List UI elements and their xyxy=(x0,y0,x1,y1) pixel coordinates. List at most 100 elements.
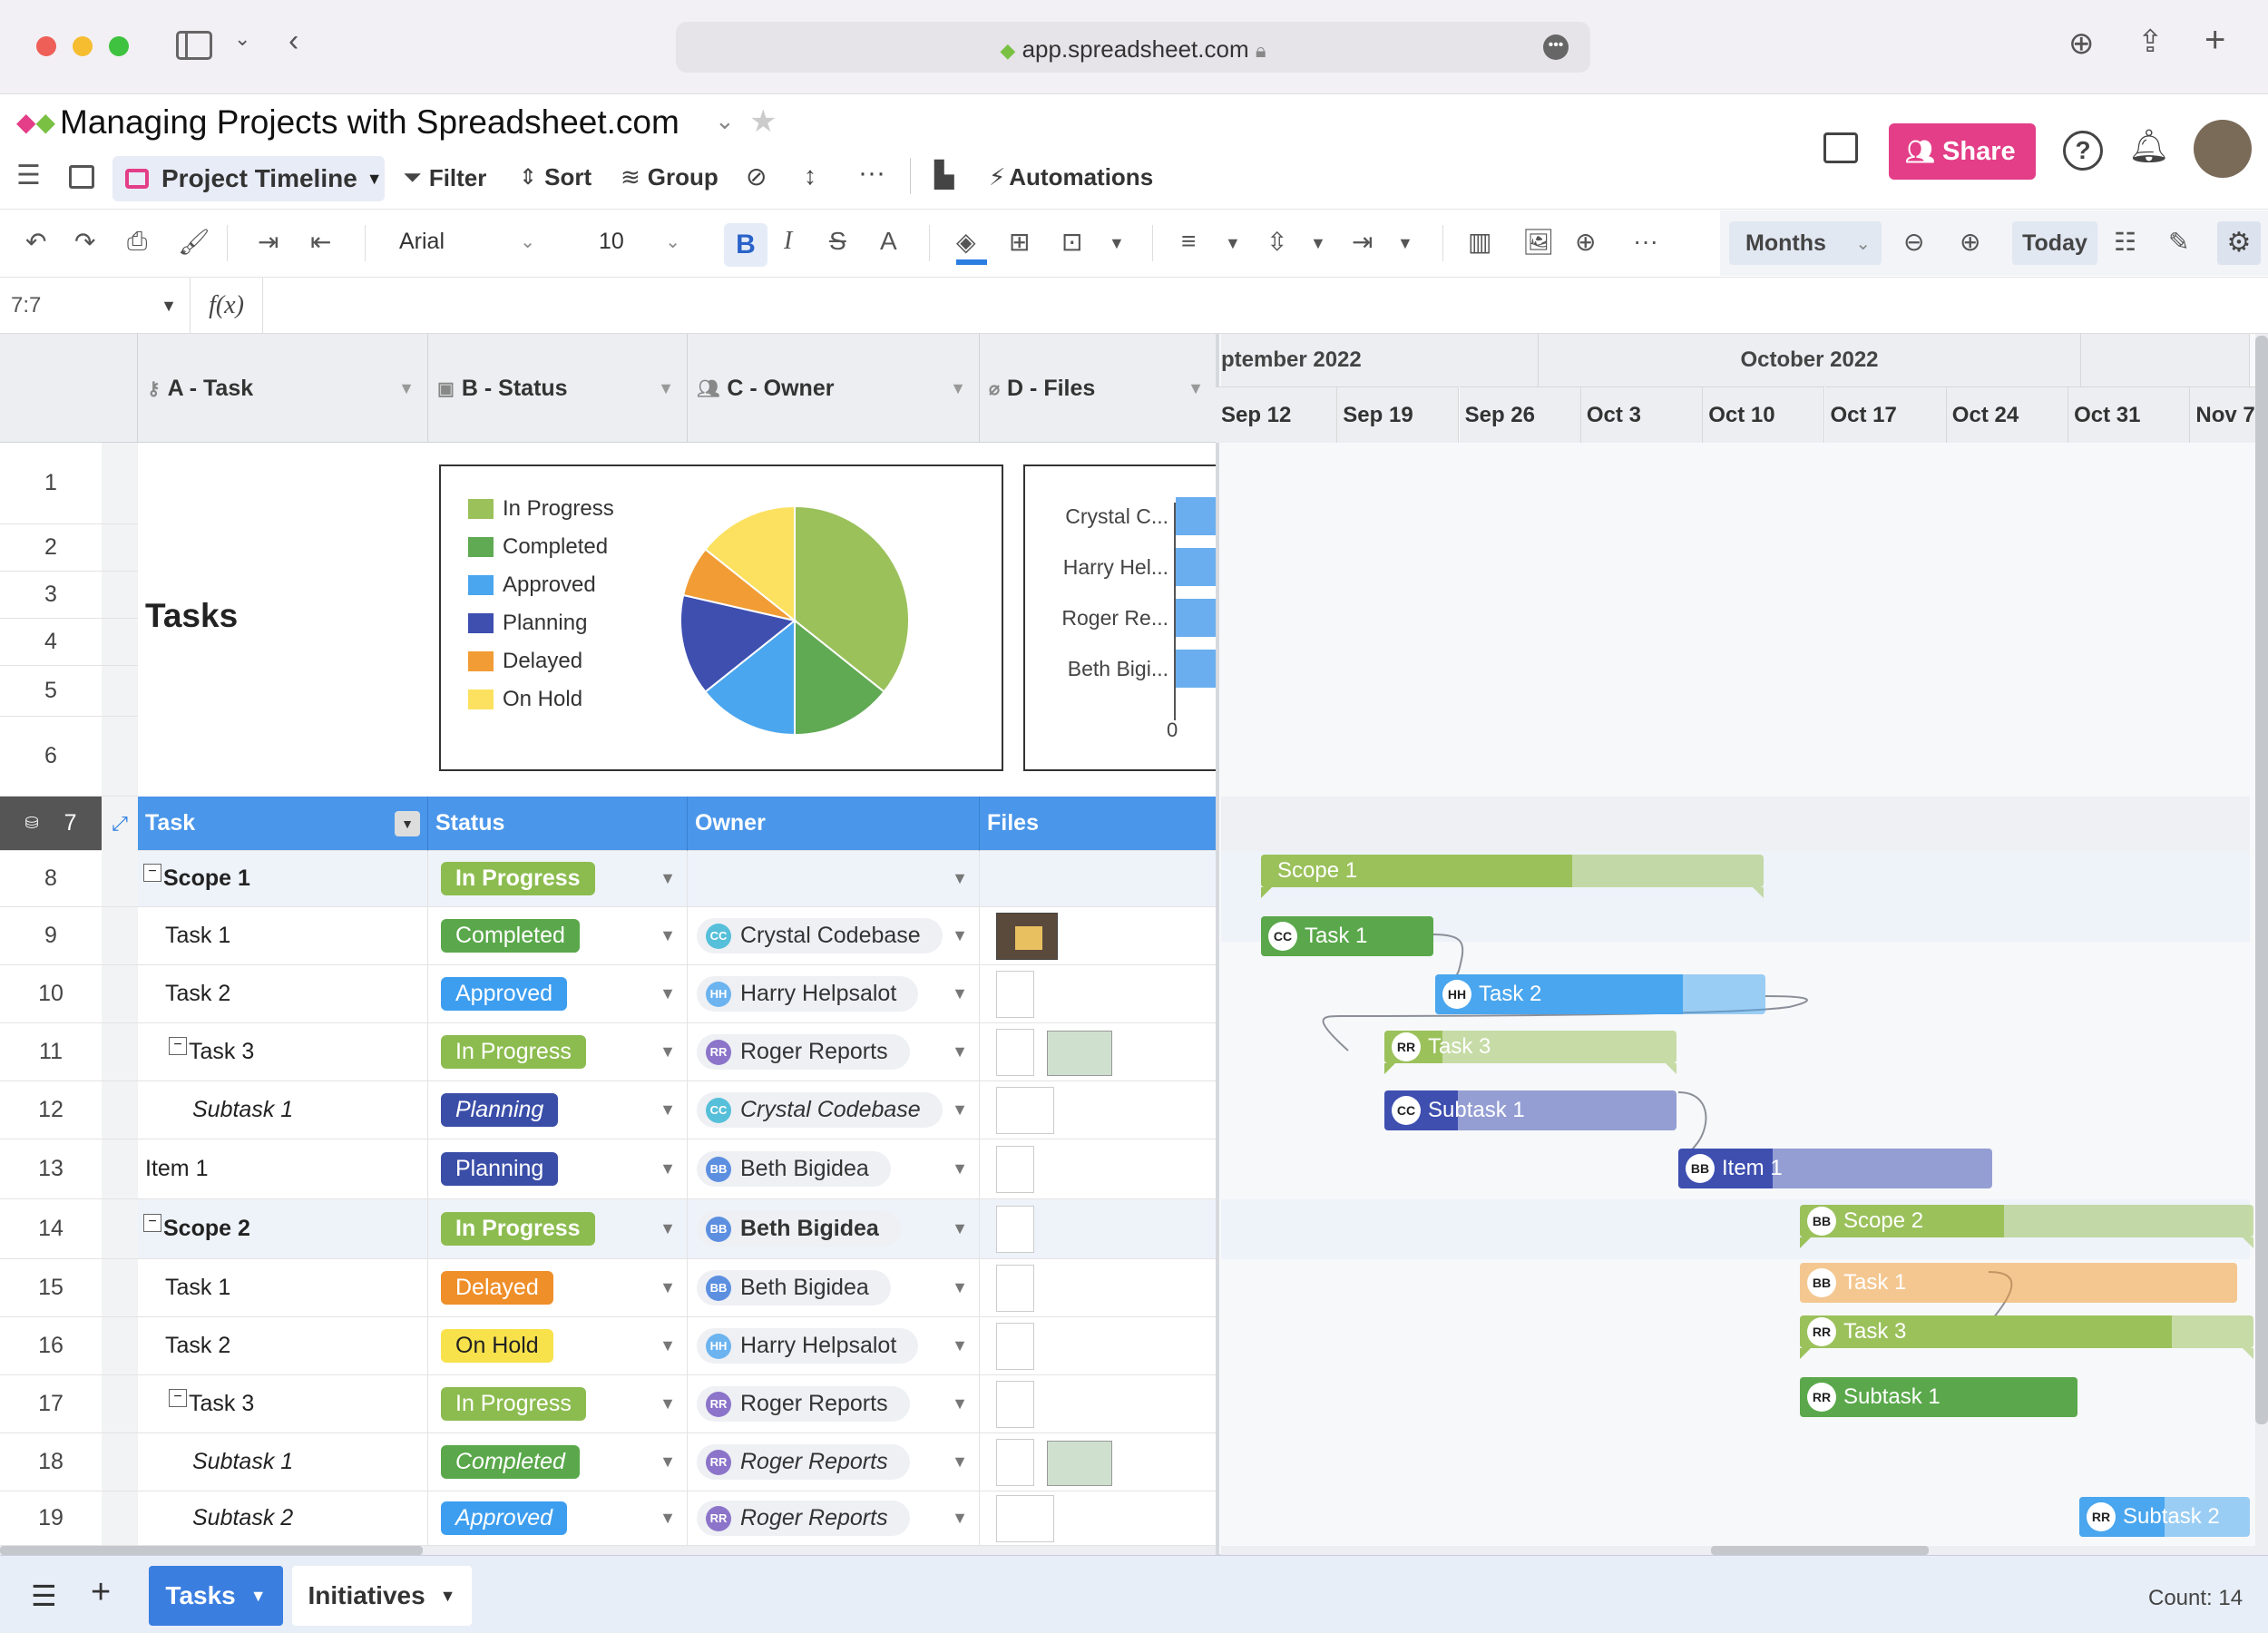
fill-color-icon[interactable]: ◈ xyxy=(956,227,976,257)
owner-cell[interactable]: HH Harry Helpsalot ▼ xyxy=(688,965,980,1023)
redo-icon[interactable]: ↷ xyxy=(74,227,95,257)
caret-down-icon[interactable]: ▼ xyxy=(1109,234,1125,253)
new-tab-icon[interactable]: + xyxy=(2204,20,2225,61)
caret-down-icon[interactable]: ▼ xyxy=(952,869,968,888)
row-number[interactable]: 10 xyxy=(0,965,102,1023)
header-cell-task[interactable]: Task ▼ xyxy=(138,797,428,851)
status-cell[interactable]: In Progress ▼ xyxy=(428,1375,688,1433)
sort-button[interactable]: ⇕ Sort xyxy=(519,163,591,191)
file-thumbnail[interactable] xyxy=(996,1206,1034,1253)
gantt-bar[interactable]: BB Task 1 xyxy=(1800,1263,2237,1303)
files-cell[interactable] xyxy=(980,851,1217,907)
gantt-bar[interactable]: BB Scope 2 xyxy=(1800,1205,2253,1237)
caret-down-icon[interactable]: ▼ xyxy=(950,379,966,398)
task-cell[interactable]: Task 1 xyxy=(138,1259,428,1317)
task-cell[interactable]: Task 2 xyxy=(138,1317,428,1375)
caret-down-icon[interactable]: ▼ xyxy=(660,1452,676,1472)
zoom-in-icon[interactable]: ⊕ xyxy=(1960,227,1980,257)
gantt-bar[interactable]: HH Task 2 xyxy=(1435,974,1765,1014)
owner-chip[interactable]: HH Harry Helpsalot xyxy=(697,1328,919,1364)
caret-down-icon[interactable]: ▼ xyxy=(660,1394,676,1413)
column-header-c[interactable]: 👥︎ C - Owner ▼ xyxy=(688,334,980,443)
caret-down-icon[interactable]: ▼ xyxy=(1188,379,1204,398)
row-number[interactable]: 18 xyxy=(0,1433,102,1491)
gantt-bar[interactable]: RR Task 3 xyxy=(1384,1031,1677,1063)
row-number[interactable]: 8 xyxy=(0,851,102,907)
text-wrap-icon[interactable]: ⇥ xyxy=(1352,227,1373,257)
row-number[interactable]: 4 xyxy=(0,619,102,666)
cell-reference-box[interactable]: 7:7 ▼ xyxy=(0,278,191,334)
row-number[interactable]: 19 xyxy=(0,1491,102,1546)
row-number[interactable]: 6 xyxy=(0,717,102,797)
row-number[interactable]: 16 xyxy=(0,1317,102,1375)
status-cell[interactable]: Completed ▼ xyxy=(428,1433,688,1491)
back-arrow-icon[interactable]: ‹ xyxy=(288,24,298,59)
caret-down-icon[interactable]: ▼ xyxy=(952,926,968,945)
row-number[interactable]: 13 xyxy=(0,1139,102,1199)
owner-chip[interactable]: HH Harry Helpsalot xyxy=(697,976,919,1012)
caret-down-icon[interactable]: ▼ xyxy=(952,1394,968,1413)
caret-down-icon[interactable]: ▼ xyxy=(398,379,415,398)
hide-fields-icon[interactable]: ⊘ xyxy=(746,161,767,191)
status-cell[interactable]: Completed ▼ xyxy=(428,907,688,965)
task-cell[interactable]: − Task 3 xyxy=(138,1375,428,1433)
row-number[interactable]: 15 xyxy=(0,1259,102,1317)
download-icon[interactable]: ⊕ xyxy=(2068,25,2095,62)
chart-icon[interactable]: ▙ xyxy=(934,160,954,190)
row-number[interactable]: 9 xyxy=(0,907,102,965)
caret-down-icon[interactable]: ▼ xyxy=(952,1219,968,1238)
caret-down-icon[interactable]: ▼ xyxy=(952,984,968,1003)
collapse-toggle-icon[interactable]: − xyxy=(169,1388,187,1407)
more-options-icon[interactable]: ··· xyxy=(858,158,885,189)
caret-down-icon[interactable]: ▼ xyxy=(952,1278,968,1297)
caret-down-icon[interactable]: ▼ xyxy=(1310,234,1326,253)
file-thumbnail[interactable] xyxy=(1047,1441,1112,1486)
brush-icon[interactable]: ✎ xyxy=(2168,227,2189,257)
insert-comment-icon[interactable]: ⊕ xyxy=(1575,227,1596,257)
outdent-icon[interactable]: ⇤ xyxy=(310,227,331,257)
vertical-align-icon[interactable]: ⇳ xyxy=(1266,227,1287,257)
caret-down-icon[interactable]: ▼ xyxy=(952,1336,968,1355)
align-icon[interactable]: ≡ xyxy=(1181,227,1196,256)
collapse-toggle-icon[interactable]: − xyxy=(143,863,161,882)
sidebar-toggle-icon[interactable] xyxy=(176,31,212,60)
task-cell[interactable]: − Task 3 xyxy=(138,1023,428,1081)
caret-down-icon[interactable]: ▼ xyxy=(660,1509,676,1528)
view-selector[interactable]: Project Timeline ▼ xyxy=(112,156,385,201)
status-cell[interactable]: In Progress ▼ xyxy=(428,1023,688,1081)
task-cell[interactable]: Subtask 2 xyxy=(138,1491,428,1546)
scrollbar-thumb[interactable] xyxy=(2255,336,2268,1424)
owner-cell[interactable]: RR Roger Reports ▼ xyxy=(688,1433,980,1491)
minimize-window-button[interactable] xyxy=(73,36,93,56)
font-family-select[interactable]: Arial ⌄ xyxy=(399,229,535,255)
status-cell[interactable]: Approved ▼ xyxy=(428,1491,688,1546)
gantt-bar[interactable]: CC Subtask 1 xyxy=(1384,1090,1677,1130)
column-header-b[interactable]: ▣ B - Status ▼ xyxy=(428,334,688,443)
italic-icon[interactable]: I xyxy=(784,227,792,256)
select-all-corner[interactable] xyxy=(0,334,138,443)
task-cell[interactable]: − Scope 1 xyxy=(138,851,428,907)
comment-icon[interactable] xyxy=(1823,132,1858,163)
favorite-star-icon[interactable]: ★ xyxy=(749,103,777,140)
file-thumbnail[interactable] xyxy=(996,1029,1034,1076)
owner-cell[interactable]: BB Beth Bigidea ▼ xyxy=(688,1139,980,1199)
gantt-settings-icon[interactable]: ☷ xyxy=(2114,227,2136,257)
status-cell[interactable]: In Progress ▼ xyxy=(428,851,688,907)
share-button[interactable]: 👥︎ Share xyxy=(1889,123,2036,180)
share-sheet-icon[interactable]: ⇪ xyxy=(2137,24,2164,60)
row-number[interactable]: 12 xyxy=(0,1081,102,1139)
automations-button[interactable]: ⚡︎ Automations xyxy=(989,163,1153,191)
add-sheet-icon[interactable]: + xyxy=(91,1573,111,1612)
status-cell[interactable]: In Progress ▼ xyxy=(428,1199,688,1259)
gantt-bar[interactable]: RR Task 3 xyxy=(1800,1315,2253,1348)
print-icon[interactable]: ⎙ xyxy=(127,227,147,257)
caret-down-icon[interactable]: ▼ xyxy=(395,810,420,836)
header-cell-owner[interactable]: Owner xyxy=(688,797,980,851)
help-icon[interactable]: ? xyxy=(2063,131,2103,171)
owner-cell[interactable]: RR Roger Reports ▼ xyxy=(688,1491,980,1546)
owner-chip[interactable]: RR Roger Reports xyxy=(697,1444,910,1480)
zoom-out-icon[interactable]: ⊖ xyxy=(1903,227,1924,257)
header-cell-files[interactable]: Files xyxy=(980,797,1217,851)
owner-chip[interactable]: CC Crystal Codebase xyxy=(697,918,943,953)
row-height-icon[interactable]: ↕ xyxy=(804,161,816,191)
